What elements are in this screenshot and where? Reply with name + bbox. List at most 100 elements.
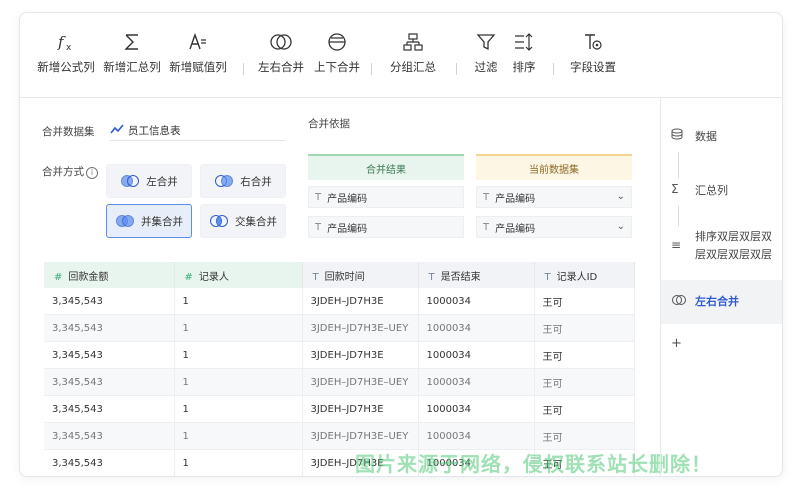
table-cell: 1000034 xyxy=(418,341,535,369)
table-cell: 3JDEH–JD7H3E–UEY xyxy=(302,422,419,450)
table-row[interactable]: 3,345,543 1 3JDEH–JD7H3E 1000034 王可 xyxy=(44,288,635,315)
add-summary-column-button[interactable]: 新增汇总列 xyxy=(100,31,164,75)
info-icon: i xyxy=(86,167,98,179)
result-field-cell[interactable]: T 产品编码 xyxy=(308,186,464,208)
column-header[interactable]: T 回款时间 xyxy=(302,262,419,288)
toolbar-divider xyxy=(456,63,457,75)
dataset-label: 合并数据集 xyxy=(42,126,95,138)
field-name: 产品编码 xyxy=(327,223,368,235)
toolbar-label: 新增赋值列 xyxy=(169,60,227,74)
table-cell: 王可 xyxy=(534,422,635,450)
table-cell: 3,345,543 xyxy=(44,449,175,476)
column-header[interactable]: # 回款金额 xyxy=(44,262,175,288)
dataset-select[interactable]: 员工信息表 xyxy=(110,120,286,141)
result-field-cell[interactable]: T 产品编码 xyxy=(308,216,464,238)
toolbar-divider xyxy=(243,63,244,75)
field-name: 产品编码 xyxy=(495,193,536,205)
toolbar-divider xyxy=(553,63,554,75)
text-type-icon: T xyxy=(315,221,322,233)
intersect-join-button[interactable]: 交集合并 xyxy=(200,204,286,238)
table-cell: 3JDEH–JD7H3E xyxy=(302,341,419,369)
steps-sidebar: 数据 Σ 汇总列 ≡ 排序双层双层双层双层双层双层 左右合并 + xyxy=(660,98,782,476)
column-header-label: 是否结束 xyxy=(440,271,481,283)
union-join-icon xyxy=(115,214,135,228)
table-cell: 1000034 xyxy=(418,422,535,450)
right-join-icon xyxy=(214,174,234,188)
table-cell: 1000034 xyxy=(418,477,534,478)
table-cell: 3JDEH–JD7H3E xyxy=(302,395,419,423)
table-cell: 3,345,543 xyxy=(44,395,175,423)
table-row[interactable]: 3,345,54313JDEH–JD7H3E–UEY1000034王可 xyxy=(44,314,635,342)
field-name: 产品编码 xyxy=(327,193,368,205)
column-header-label: 回款时间 xyxy=(324,271,365,283)
sort-button[interactable]: 排序 xyxy=(506,31,542,75)
table-cell: 1000034 xyxy=(418,368,535,396)
table-row[interactable]: 3,345,543 1 3JDEH–JD7H3E 1000034 王可 xyxy=(44,341,635,369)
sidebar-item-label: 数据 xyxy=(695,130,717,143)
table-cell: 3JDEH–JD7H3E–UEY xyxy=(302,477,418,478)
function-icon: fx xyxy=(34,31,98,53)
sidebar-item-left-right-merge[interactable]: 左右合并 xyxy=(661,280,782,324)
group-summary-button[interactable]: 分组汇总 xyxy=(386,31,440,75)
left-join-button[interactable]: 左合并 xyxy=(106,164,192,198)
column-header[interactable]: T 是否结束 xyxy=(418,262,535,288)
column-header-label: 回款金额 xyxy=(68,271,109,283)
toolbar-label: 左右合并 xyxy=(258,60,304,74)
svg-text:x: x xyxy=(66,43,72,53)
right-join-button[interactable]: 右合并 xyxy=(200,164,286,198)
table-cell: 王可 xyxy=(534,368,635,396)
step-connector xyxy=(678,206,679,226)
preview-table: # 回款金额 # 记录人 T 回款时间 T 是否结束 T 记录人ID 3,345,543 1… xyxy=(44,262,635,478)
mode-label-text: 交集合并 xyxy=(235,215,277,228)
union-join-button[interactable]: 并集合并 xyxy=(106,204,192,238)
text-type-icon: T xyxy=(428,271,435,283)
sigma-icon: Σ xyxy=(671,182,679,196)
table-row[interactable]: 3,345,543 1 3JDEH–JD7H3E 1000034 王可 xyxy=(44,449,635,476)
mode-label-text: 右合并 xyxy=(240,175,272,188)
table-row[interactable]: 3,345,54313JDEH–JD7H3E–UEY1000034王可 xyxy=(44,422,635,450)
filter-button[interactable]: 过滤 xyxy=(468,31,504,75)
toolbar-divider xyxy=(371,63,372,75)
text-type-icon: T xyxy=(544,271,551,283)
table-row[interactable]: 3,345,54313JDEH–JD7H3E–UEY1000034王可 xyxy=(44,477,634,478)
table-cell: 3,345,543 xyxy=(44,477,174,478)
table-cell: 王可 xyxy=(534,314,635,342)
column-header[interactable]: T 记录人ID xyxy=(534,262,635,288)
text-type-icon: T xyxy=(483,191,490,203)
add-formula-column-button[interactable]: fx 新增公式列 xyxy=(34,31,98,75)
table-cell: 1 xyxy=(174,395,303,423)
sidebar-item-summary[interactable]: Σ 汇总列 xyxy=(661,182,782,202)
merge-editor-window: fx 新增公式列 新增汇总列 新增赋值列 左右合并 上下合并 分组汇总 过滤 排… xyxy=(19,12,783,477)
sidebar-item-label: 排序双层双层双层双层双层双层 xyxy=(695,230,772,261)
current-field-select[interactable]: T 产品编码 ⌄ xyxy=(476,186,632,208)
merge-config-panel: 合并数据集 员工信息表 合并方式 i 左合并 右合并 并集合并 交集合并 合并依据… xyxy=(20,98,711,478)
left-right-merge-button[interactable]: 左右合并 xyxy=(256,31,306,75)
column-header-label: 记录人ID xyxy=(556,271,598,283)
current-dataset-header: 当前数据集 xyxy=(476,154,632,180)
number-type-icon: # xyxy=(184,271,193,283)
text-type-icon: T xyxy=(483,221,490,233)
chevron-down-icon: ⌄ xyxy=(616,191,625,202)
assign-icon xyxy=(166,31,230,53)
text-type-icon: T xyxy=(312,271,319,283)
current-field-select[interactable]: T 产品编码 ⌄ xyxy=(476,216,632,238)
table-cell: 1000034 xyxy=(418,288,535,315)
column-header[interactable]: # 记录人 xyxy=(174,262,303,288)
sidebar-item-sort[interactable]: ≡ 排序双层双层双层双层双层双层 xyxy=(661,228,782,266)
sidebar-item-data[interactable]: 数据 xyxy=(661,128,782,148)
table-cell: 3,345,543 xyxy=(44,368,175,396)
add-step-button[interactable]: + xyxy=(661,336,782,354)
group-icon xyxy=(386,31,440,53)
step-connector xyxy=(678,152,679,178)
table-row[interactable]: 3,345,543 1 3JDEH–JD7H3E 1000034 王可 xyxy=(44,395,635,423)
svg-text:f: f xyxy=(57,33,66,51)
top-bottom-merge-button[interactable]: 上下合并 xyxy=(310,31,364,75)
table-cell: 3JDEH–JD7H3E xyxy=(302,449,419,476)
column-header-label: 记录人 xyxy=(198,271,229,283)
toolbar-label: 新增公式列 xyxy=(37,60,95,74)
table-row[interactable]: 3,345,54313JDEH–JD7H3E–UEY1000034王可 xyxy=(44,368,635,396)
add-assign-column-button[interactable]: 新增赋值列 xyxy=(166,31,230,75)
field-settings-button[interactable]: 字段设置 xyxy=(566,31,620,75)
table-cell: 3,345,543 xyxy=(44,341,175,369)
table-cell: 王可 xyxy=(534,449,635,476)
